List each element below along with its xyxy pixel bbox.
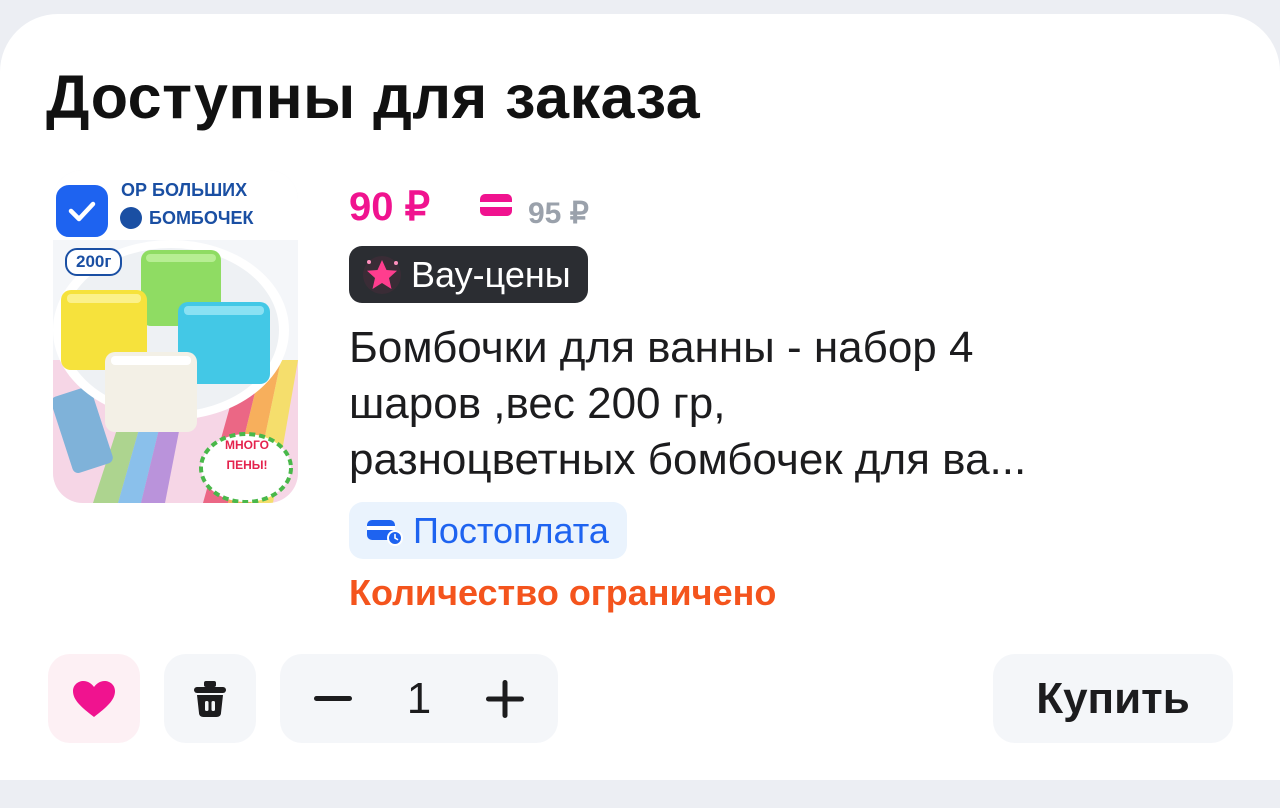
postpay-badge[interactable]: Постоплата <box>349 502 627 559</box>
current-price: 90 ₽ <box>349 185 431 229</box>
foam-badge: МНОГО ПЕНЫ! <box>207 435 287 497</box>
favorite-button[interactable] <box>48 654 140 743</box>
card-clock-icon <box>367 520 403 546</box>
postpay-label: Постоплата <box>413 510 609 551</box>
heart-icon <box>73 680 115 717</box>
decrease-button[interactable] <box>308 674 358 724</box>
delete-button[interactable] <box>164 654 256 743</box>
stock-limited-note: Количество ограничено <box>349 572 777 613</box>
quantity-value: 1 <box>406 673 432 723</box>
old-price: 95 ₽ <box>528 197 589 230</box>
buy-button[interactable]: Купить <box>993 654 1233 743</box>
foam-line-2: ПЕНЫ! <box>226 458 268 472</box>
product-name-line-2: шаров ,вес 200 гр, <box>349 379 726 428</box>
promo-badge-label: Вау-цены <box>411 254 571 295</box>
thumbnail-dot <box>120 207 142 229</box>
plus-icon <box>485 679 524 718</box>
foam-line-1: МНОГО <box>225 438 269 452</box>
section-title: Доступны для заказа <box>46 63 701 131</box>
star-icon <box>363 256 401 294</box>
minus-icon <box>314 695 352 701</box>
product-name[interactable]: Бомбочки для ванны - набор 4 шаров ,вес … <box>349 320 1229 488</box>
product-name-line-3: разноцветных бомбочек для ва... <box>349 435 1027 484</box>
weight-badge: 200г <box>65 248 123 276</box>
increase-button[interactable] <box>480 674 530 724</box>
check-icon <box>68 201 96 222</box>
card-icon <box>480 194 512 216</box>
trash-icon <box>194 680 226 717</box>
thumbnail-text-2: БОМБОЧЕК <box>149 208 254 228</box>
thumbnail-text-1: ОР БОЛЬШИХ <box>121 180 248 200</box>
bottom-divider <box>0 780 1280 808</box>
product-name-line-1: Бомбочки для ванны - набор 4 <box>349 323 974 372</box>
select-item-checkbox[interactable] <box>53 182 111 240</box>
quantity-stepper: 1 <box>280 654 558 743</box>
promo-badge[interactable]: Вау-цены <box>349 246 588 303</box>
